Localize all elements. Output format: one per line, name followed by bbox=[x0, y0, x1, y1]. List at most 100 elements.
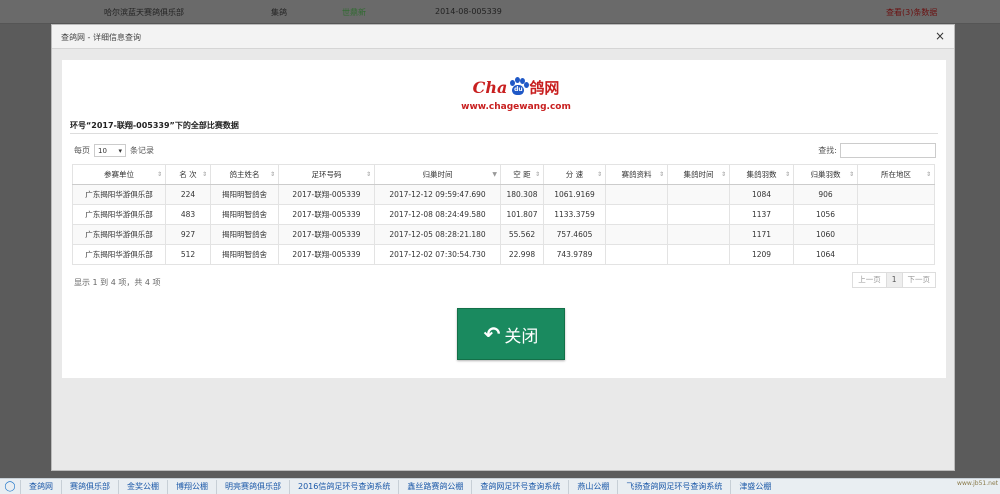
column-header-label: 名 次 bbox=[179, 170, 197, 179]
watermark-text: www.jb51.net bbox=[957, 480, 998, 487]
sort-icon: ⇕ bbox=[925, 171, 931, 178]
column-header[interactable]: 分 速 ⇕ bbox=[543, 164, 606, 185]
column-header-label: 参赛单位 bbox=[104, 170, 134, 179]
bg-club: 哈尔滨蓝天赛鸽俱乐部 bbox=[104, 8, 184, 17]
table-cell: 广东揭阳华游俱乐部 bbox=[72, 184, 166, 205]
table-cell: 224 bbox=[165, 184, 211, 205]
column-header-label: 分 速 bbox=[565, 170, 584, 179]
sort-icon: ⇕ bbox=[269, 171, 275, 178]
bg-view-link[interactable]: 查看(3)条数据 bbox=[886, 7, 937, 18]
site-logo[interactable]: Cha du 鸽网 www.chagewang.com bbox=[461, 74, 571, 120]
table-cell: 512 bbox=[165, 244, 211, 265]
column-header[interactable]: 归巢羽数 ⇕ bbox=[793, 164, 858, 185]
table-cell bbox=[857, 204, 935, 225]
table-cell bbox=[605, 184, 668, 205]
table-cell: 743.9789 bbox=[543, 244, 606, 265]
detail-modal: 查鸽网 - 详细信息查询 × Cha du 鸽网 www.chagewang.c… bbox=[51, 24, 955, 471]
search-input[interactable] bbox=[840, 143, 936, 158]
column-header-label: 足环号码 bbox=[311, 170, 342, 179]
table-cell: 2017-12-02 07:30:54.730 bbox=[374, 244, 501, 265]
table-cell: 906 bbox=[793, 184, 858, 205]
table-cell: 55.562 bbox=[500, 224, 544, 245]
table-cell: 2017-联翔-005339 bbox=[278, 224, 375, 245]
table-cell: 广东揭阳华游俱乐部 bbox=[72, 204, 166, 225]
bottom-bar-link[interactable]: 明亮赛鸽俱乐部 bbox=[216, 479, 289, 494]
table-cell: 1137 bbox=[729, 204, 794, 225]
table-cell bbox=[857, 244, 935, 265]
modal-title: 查鸽网 - 详细信息查询 bbox=[61, 33, 141, 42]
bottom-bar-link[interactable]: 查鸽网 bbox=[20, 479, 61, 494]
sort-icon: ⇕ bbox=[365, 171, 371, 178]
close-icon[interactable]: × bbox=[935, 29, 945, 43]
bottom-bar-link[interactable]: 鑫丝路赛鸽公棚 bbox=[398, 479, 471, 494]
table-cell: 广东揭阳华游俱乐部 bbox=[72, 224, 166, 245]
column-header[interactable]: 所在地区 ⇕ bbox=[857, 164, 935, 185]
pagination: 上一页 1 下一页 bbox=[852, 272, 936, 288]
background-table-row: 哈尔滨蓝天赛鸽俱乐部 集鸽 世鼎新 2014-08-005339 查看(3)条数… bbox=[0, 0, 1000, 24]
table-cell: 757.4605 bbox=[543, 224, 606, 245]
table-cell: 揭阳明智鸽舍 bbox=[210, 184, 279, 205]
column-header[interactable]: 集鸽羽数 ⇕ bbox=[729, 164, 794, 185]
table-cell: 揭阳明智鸽舍 bbox=[210, 224, 279, 245]
bottom-bar-link[interactable]: 燕山公棚 bbox=[568, 479, 617, 494]
column-header[interactable]: 空 距 ⇕ bbox=[500, 164, 544, 185]
bottom-bar-link[interactable]: 赛鸽俱乐部 bbox=[61, 479, 118, 494]
prev-page-button[interactable]: 上一页 bbox=[852, 272, 887, 288]
bottom-bar-link[interactable]: 津盛公棚 bbox=[730, 479, 779, 494]
column-header[interactable]: 集鸽时间 ⇕ bbox=[667, 164, 730, 185]
column-header[interactable]: 名 次 ⇕ bbox=[165, 164, 211, 185]
bottom-bar-link[interactable]: 飞扬查鸽网足环号查询系统 bbox=[617, 479, 730, 494]
page-length-select[interactable]: 10 ▾ bbox=[94, 144, 126, 157]
search-label: 查找: bbox=[818, 146, 837, 155]
column-header-label: 归巢时间 bbox=[422, 170, 453, 179]
content-panel: Cha du 鸽网 www.chagewang.com 环号“2017-联翔-0… bbox=[62, 60, 946, 378]
table-cell: 1064 bbox=[793, 244, 858, 265]
table-cell bbox=[605, 244, 668, 265]
sort-icon: ⇕ bbox=[534, 171, 540, 178]
length-prefix: 每页 bbox=[74, 146, 90, 155]
table-cell: 927 bbox=[165, 224, 211, 245]
bottom-bar-link[interactable]: 金奖公棚 bbox=[118, 479, 167, 494]
current-page-button[interactable]: 1 bbox=[885, 272, 903, 288]
column-header[interactable]: 足环号码 ⇕ bbox=[278, 164, 375, 185]
circle-icon[interactable]: ◯ bbox=[0, 479, 20, 494]
bg-ring: 2014-08-005339 bbox=[435, 7, 502, 16]
logo-ge-text: 鸽网 bbox=[529, 78, 560, 97]
sort-icon: ⇕ bbox=[156, 171, 162, 178]
table-cell: 483 bbox=[165, 204, 211, 225]
column-header-label: 归巢羽数 bbox=[810, 170, 841, 179]
next-page-button[interactable]: 下一页 bbox=[901, 272, 936, 288]
table-cell: 2017-联翔-005339 bbox=[278, 184, 375, 205]
table-cell bbox=[857, 224, 935, 245]
column-header[interactable]: 参赛单位 ⇕ bbox=[72, 164, 166, 185]
column-header[interactable]: 赛鸽资料 ⇕ bbox=[605, 164, 668, 185]
return-arrow-icon: ↶ bbox=[483, 322, 501, 346]
table-row: 广东揭阳华游俱乐部 927 揭阳明智鸽舍 2017-联翔-005339 2017-12-… bbox=[72, 224, 935, 245]
sort-icon: ⇕ bbox=[848, 171, 854, 178]
table-cell: 广东揭阳华游俱乐部 bbox=[72, 244, 166, 265]
table-cell: 1084 bbox=[729, 184, 794, 205]
table-cell: 揭阳明智鸽舍 bbox=[210, 244, 279, 265]
table-cell: 揭阳明智鸽舍 bbox=[210, 204, 279, 225]
divider bbox=[70, 133, 938, 134]
chevron-down-icon: ▾ bbox=[118, 146, 122, 155]
column-header-label: 集鸽时间 bbox=[683, 170, 714, 179]
bottom-bar-link[interactable]: 2016信鸽足环号查询系统 bbox=[289, 479, 398, 494]
bottom-bar-link[interactable]: 博翔公棚 bbox=[167, 479, 216, 494]
column-header[interactable]: 鸽主姓名 ⇕ bbox=[210, 164, 279, 185]
table-cell bbox=[605, 204, 668, 225]
table-cell bbox=[667, 244, 730, 265]
bottom-bar-link[interactable]: 查鸽网足环号查询系统 bbox=[471, 479, 568, 494]
close-button-label: 关闭 bbox=[504, 326, 539, 347]
length-suffix: 条记录 bbox=[130, 146, 154, 155]
page-length-value: 10 bbox=[98, 146, 107, 155]
length-menu: 每页 10 ▾ 条记录 bbox=[74, 144, 154, 157]
logo-url: www.chagewang.com bbox=[461, 102, 571, 112]
table-cell bbox=[667, 224, 730, 245]
bg-status: 世鼎新 bbox=[342, 8, 366, 17]
table-row: 广东揭阳华游俱乐部 512 揭阳明智鸽舍 2017-联翔-005339 2017-12-… bbox=[72, 244, 935, 265]
table-cell: 1133.3759 bbox=[543, 204, 606, 225]
table-row: 广东揭阳华游俱乐部 224 揭阳明智鸽舍 2017-联翔-005339 2017-12-… bbox=[72, 184, 935, 205]
column-header[interactable]: 归巢时间 ▼ bbox=[374, 164, 501, 185]
close-button[interactable]: ↶ 关闭 bbox=[457, 308, 565, 360]
